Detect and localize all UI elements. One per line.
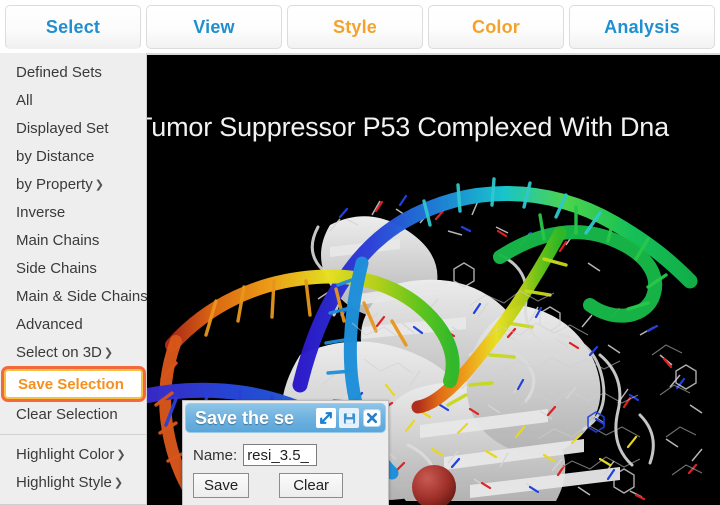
- menu-item-side-chains[interactable]: Side Chains: [0, 255, 146, 283]
- menu-item-advanced[interactable]: Advanced: [0, 311, 146, 339]
- menu-item-highlight-color[interactable]: Highlight Color ❯: [0, 441, 146, 469]
- restore-icon[interactable]: [316, 408, 336, 428]
- menu-tab-style-label: Style: [332, 16, 378, 37]
- menu-item-clear-selection-label: Clear Selection: [16, 406, 118, 423]
- name-label: Name:: [193, 446, 238, 464]
- menu-tab-view-label: View: [193, 16, 235, 37]
- menu-tab-view[interactable]: View: [146, 5, 282, 49]
- dialog-title-text: Save the se: [195, 407, 295, 428]
- menu-item-main-and-side-chains-label: Main & Side Chains: [16, 288, 148, 305]
- menu-item-by-distance-label: by Distance: [16, 148, 95, 165]
- save-button[interactable]: Save: [193, 473, 250, 498]
- menu-item-advanced-label: Advanced: [16, 316, 83, 333]
- menu-item-displayed-set-label: Displayed Set: [16, 120, 109, 137]
- clear-button[interactable]: Clear: [279, 473, 344, 498]
- menu-tab-analysis[interactable]: Analysis: [569, 5, 715, 49]
- menu-item-by-property[interactable]: by Property ❯: [0, 171, 146, 199]
- menu-tab-style[interactable]: Style: [287, 5, 423, 49]
- menu-item-by-distance[interactable]: by Distance: [0, 143, 146, 171]
- menu-item-save-selection-label: Save Selection: [18, 376, 124, 393]
- menu-tab-analysis-label: Analysis: [604, 16, 680, 37]
- selection-name-input[interactable]: [243, 444, 318, 466]
- menu-item-inverse-label: Inverse: [16, 204, 66, 221]
- dialog-body: Name: Save Clear: [183, 435, 388, 505]
- menu-item-inverse[interactable]: Inverse: [0, 199, 146, 227]
- main-menubar: Select View Style Color Analysis: [0, 0, 720, 55]
- chevron-right-icon: ❯: [113, 477, 124, 489]
- name-field-row: Name:: [193, 444, 378, 466]
- menu-item-highlight-style-label: Highlight Style: [16, 474, 112, 491]
- menu-item-displayed-set[interactable]: Displayed Set: [0, 115, 146, 143]
- menu-item-main-chains-label: Main Chains: [16, 232, 100, 249]
- save-icon[interactable]: [339, 408, 359, 428]
- menu-item-all[interactable]: All: [0, 87, 146, 115]
- menu-item-highlight-color-label: Highlight Color: [16, 446, 115, 463]
- close-icon[interactable]: [362, 408, 382, 428]
- save-selection-dialog: Save the se Name: resi_3.5_ Save Clear: [182, 400, 389, 505]
- dialog-button-row: Save Clear: [193, 473, 378, 498]
- chevron-right-icon: ❯: [94, 179, 104, 191]
- menu-item-all-label: All: [16, 92, 33, 109]
- menu-item-by-property-label: by Property: [16, 176, 93, 193]
- dialog-titlebar[interactable]: Save the se: [185, 403, 386, 433]
- menu-item-highlight-style[interactable]: Highlight Style ❯: [0, 469, 146, 497]
- menu-item-main-and-side-chains[interactable]: Main & Side Chains: [0, 283, 148, 311]
- menu-separator: [0, 434, 146, 435]
- molecular-viewer-app: Select View Style Color Analysis Tumor S…: [0, 0, 720, 505]
- menu-item-clear-selection[interactable]: Clear Selection: [0, 401, 146, 429]
- menu-tab-select-label: Select: [45, 16, 101, 37]
- menu-tab-color[interactable]: Color: [428, 5, 564, 49]
- menu-item-select-on-3d-label: Select on 3D: [16, 344, 102, 361]
- menu-tab-color-label: Color: [472, 16, 520, 37]
- menu-item-main-chains[interactable]: Main Chains: [0, 227, 146, 255]
- select-dropdown-menu: Defined Sets All Displayed Set by Distan…: [0, 53, 148, 505]
- menu-tab-select[interactable]: Select: [5, 5, 141, 49]
- menu-item-side-chains-label: Side Chains: [16, 260, 97, 277]
- menu-item-defined-sets[interactable]: Defined Sets: [0, 59, 146, 87]
- menu-item-save-selection[interactable]: Save Selection: [4, 369, 143, 399]
- menu-item-defined-sets-label: Defined Sets: [16, 64, 102, 81]
- menu-item-select-on-3d[interactable]: Select on 3D ❯: [0, 339, 146, 367]
- chevron-right-icon: ❯: [103, 347, 114, 359]
- chevron-right-icon: ❯: [116, 449, 126, 461]
